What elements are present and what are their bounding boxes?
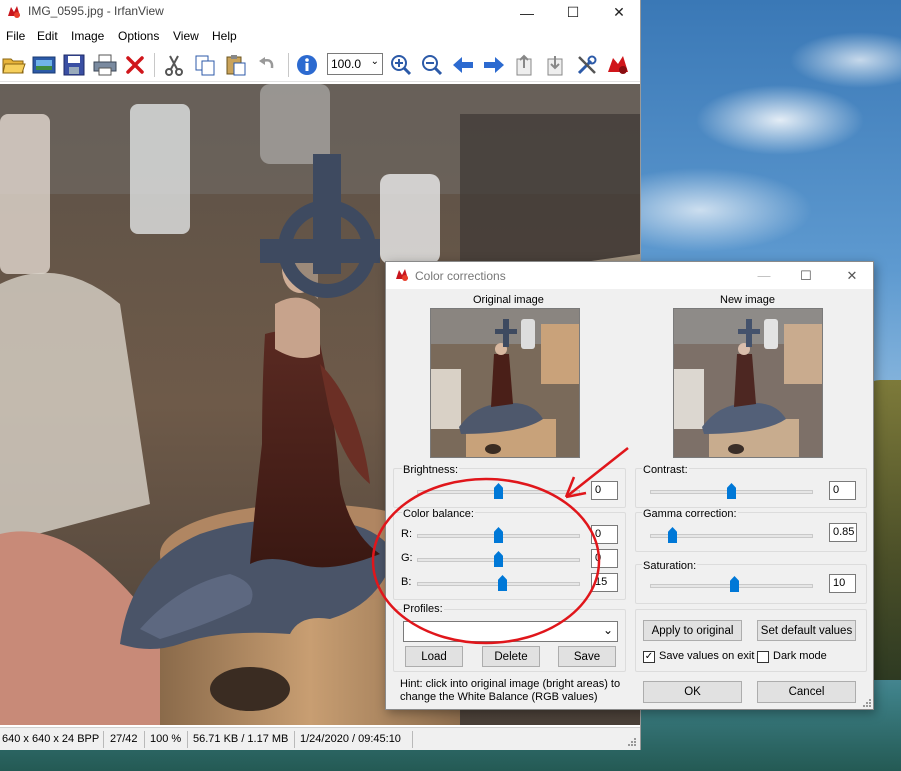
chevron-down-icon: ⌄ xyxy=(602,623,613,637)
save-icon[interactable] xyxy=(60,51,88,79)
zoom-value: 100.0 xyxy=(331,57,362,71)
irfanview-app-icon xyxy=(8,6,20,18)
white-balance-hint: Hint: click into original image (bright … xyxy=(400,678,621,703)
dialog-resize-grip-icon[interactable] xyxy=(862,698,872,708)
dialog-maximize-button[interactable]: ☐ xyxy=(786,262,826,289)
status-datetime: 1/24/2020 / 09:45:10 xyxy=(300,733,401,745)
status-bar: 640 x 640 x 24 BPP 27/42 100 % 56.71 KB … xyxy=(0,727,640,750)
save-values-label: Save values on exit xyxy=(659,650,755,662)
paste-icon[interactable] xyxy=(222,51,250,79)
load-profile-button[interactable]: Load xyxy=(405,646,463,667)
contrast-value-field[interactable]: 0 xyxy=(829,481,856,500)
status-separator xyxy=(103,731,104,748)
ok-button[interactable]: OK xyxy=(643,681,742,703)
dialog-title: Color corrections xyxy=(415,269,506,283)
toolbar: 100.0 ⌄ xyxy=(0,47,640,82)
menu-options[interactable]: Options xyxy=(118,29,159,43)
window-title: IMG_0595.jpg - IrfanView xyxy=(28,4,164,18)
cut-icon[interactable] xyxy=(160,51,188,79)
blue-value-field[interactable]: 15 xyxy=(591,573,618,592)
thumbnails-icon[interactable] xyxy=(30,51,58,79)
menu-view[interactable]: View xyxy=(173,29,199,43)
zoom-out-icon[interactable] xyxy=(418,51,446,79)
original-image-preview[interactable] xyxy=(430,308,580,458)
contrast-label: Contrast: xyxy=(642,464,689,476)
new-thumbnail xyxy=(674,309,822,457)
irfanview-app-icon xyxy=(396,269,408,281)
copy-to-icon[interactable] xyxy=(511,51,539,79)
saturation-value-field[interactable]: 10 xyxy=(829,574,856,593)
green-channel-label: G: xyxy=(401,552,413,564)
profiles-dropdown[interactable]: ⌄ xyxy=(403,621,618,642)
red-channel-label: R: xyxy=(401,528,412,540)
close-button[interactable]: ✕ xyxy=(596,0,642,25)
save-profile-button[interactable]: Save xyxy=(558,646,616,667)
brightness-label: Brightness: xyxy=(402,464,460,476)
previous-icon[interactable] xyxy=(449,51,477,79)
apply-to-original-button[interactable]: Apply to original xyxy=(643,620,742,641)
zoom-dropdown[interactable]: 100.0 ⌄ xyxy=(327,53,383,75)
menu-bar: File Edit Image Options View Help xyxy=(0,26,640,46)
dialog-minimize-button: — xyxy=(757,268,771,283)
menu-help[interactable]: Help xyxy=(212,29,237,43)
info-icon[interactable] xyxy=(293,51,321,79)
original-image-label: Original image xyxy=(473,294,544,306)
minimize-button[interactable]: — xyxy=(504,0,550,25)
zoom-in-icon[interactable] xyxy=(387,51,415,79)
undo-icon[interactable] xyxy=(253,51,281,79)
print-icon[interactable] xyxy=(91,51,119,79)
menu-edit[interactable]: Edit xyxy=(37,29,58,43)
toolbar-separator xyxy=(288,53,289,77)
title-bar[interactable]: IMG_0595.jpg - IrfanView — ☐ ✕ xyxy=(0,0,640,25)
status-zoom: 100 % xyxy=(150,733,182,745)
status-index: 27/42 xyxy=(110,733,138,745)
menu-file[interactable]: File xyxy=(6,29,25,43)
blue-channel-label: B: xyxy=(401,576,412,588)
status-separator xyxy=(412,731,413,748)
resize-grip-icon[interactable] xyxy=(627,737,637,747)
dark-mode-checkbox[interactable] xyxy=(757,651,769,663)
cancel-button[interactable]: Cancel xyxy=(757,681,856,703)
new-image-label: New image xyxy=(720,294,776,306)
toolbar-separator xyxy=(154,53,155,77)
original-thumbnail xyxy=(431,309,579,457)
color-balance-label: Color balance: xyxy=(402,508,475,520)
saturation-label: Saturation: xyxy=(642,560,698,572)
new-image-preview xyxy=(673,308,823,458)
brightness-value-field[interactable]: 0 xyxy=(591,481,618,500)
copy-icon[interactable] xyxy=(191,51,219,79)
delete-profile-button[interactable]: Delete xyxy=(482,646,540,667)
status-dimensions: 640 x 640 x 24 BPP xyxy=(2,733,100,745)
dialog-title-bar[interactable]: Color corrections — ☐ ✕ xyxy=(386,262,873,289)
set-default-values-button[interactable]: Set default values xyxy=(757,620,856,641)
dialog-close-button[interactable]: ✕ xyxy=(832,262,872,289)
status-file-size: 56.71 KB / 1.17 MB xyxy=(193,733,289,745)
delete-icon[interactable] xyxy=(121,51,149,79)
open-folder-icon[interactable] xyxy=(0,51,28,79)
status-separator xyxy=(187,731,188,748)
profiles-label: Profiles: xyxy=(402,603,444,615)
maximize-button[interactable]: ☐ xyxy=(550,0,596,25)
next-icon[interactable] xyxy=(480,51,508,79)
settings-icon[interactable] xyxy=(573,51,601,79)
green-value-field[interactable]: 0 xyxy=(591,549,618,568)
red-value-field[interactable]: 0 xyxy=(591,525,618,544)
gamma-label: Gamma correction: xyxy=(642,508,738,520)
chevron-down-icon: ⌄ xyxy=(370,56,379,67)
menu-image[interactable]: Image xyxy=(71,29,104,43)
move-to-icon[interactable] xyxy=(542,51,570,79)
color-corrections-dialog: Color corrections — ☐ ✕ Original image N… xyxy=(385,261,874,710)
save-values-checkbox[interactable]: ✓ xyxy=(643,651,655,663)
gamma-value-field[interactable]: 0.85 xyxy=(829,523,857,542)
status-separator xyxy=(144,731,145,748)
status-separator xyxy=(294,731,295,748)
irfanview-logo-icon[interactable] xyxy=(604,51,632,79)
dark-mode-label: Dark mode xyxy=(773,650,827,662)
